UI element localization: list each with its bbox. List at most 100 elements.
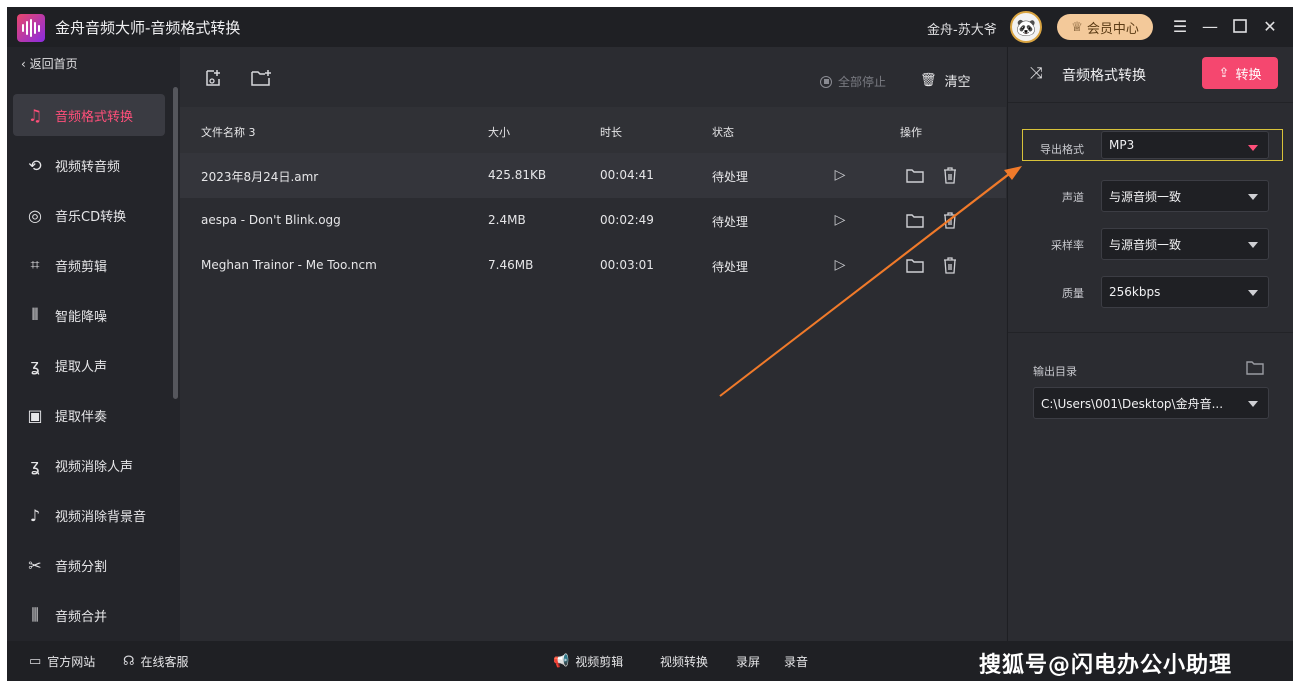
toolbar: 全部停止 🗑 清空	[180, 47, 1006, 107]
quality-select[interactable]: 256kbps	[1101, 276, 1269, 308]
audio-record-link[interactable]: 录音	[784, 653, 808, 670]
app-logo-icon	[17, 14, 45, 42]
format-label: 导出格式	[1040, 143, 1084, 156]
sidebar-item-audio-convert[interactable]: ♫ 音频格式转换	[13, 94, 165, 136]
avatar[interactable]: 🐼	[1010, 11, 1042, 43]
add-file-icon[interactable]	[202, 67, 224, 89]
delete-icon[interactable]	[940, 255, 960, 275]
chevron-down-icon	[1248, 242, 1258, 248]
website-link[interactable]: ▭ 官方网站	[29, 653, 95, 670]
bottom-bar: ▭ 官方网站 ☊ 在线客服 📢 视频剪辑 视频转换 录屏 录音 搜狐号@闪电办公…	[7, 641, 1293, 681]
sidebar-item-voice-extract[interactable]: ʓ 提取人声	[13, 344, 165, 386]
panel-title: 音频格式转换	[1062, 68, 1146, 84]
clear-button[interactable]: 🗑 清空	[920, 71, 971, 90]
app-title: 金舟音频大师-音频格式转换	[55, 19, 241, 37]
sidebar-item-label: 智能降噪	[55, 309, 108, 325]
sidebar-item-label: 音频剪辑	[55, 259, 108, 275]
header-size: 大小	[488, 126, 510, 139]
merge-icon: ⫼	[31, 605, 39, 624]
denoise-icon: ⦀	[31, 305, 39, 324]
vip-center-label: 会员中心	[1086, 21, 1139, 37]
folder-icon[interactable]	[1246, 359, 1264, 379]
sidebar-item-label: 视频转音频	[55, 159, 121, 175]
cd-icon: ◎	[28, 205, 42, 225]
crown-icon: ♕	[1071, 19, 1083, 35]
table-row[interactable]: 2023年8月24日.amr 425.81KB 00:04:41 待处理 ▷	[180, 153, 1006, 198]
play-icon[interactable]: ▷	[830, 210, 850, 230]
video-edit-link[interactable]: 📢 视频剪辑	[553, 653, 623, 670]
channel-select[interactable]: 与源音频一致	[1101, 180, 1269, 212]
sidebar: ‹ 返回首页 ♫ 音频格式转换 ⟲ 视频转音频 ◎ 音乐CD转换 ⌗ 音频剪辑 …	[7, 47, 180, 641]
sidebar-item-accompaniment[interactable]: ▣ 提取伴奏	[13, 394, 165, 436]
file-name: aespa - Don't Blink.ogg	[201, 213, 341, 227]
file-status: 待处理	[712, 260, 749, 274]
file-duration: 00:02:49	[600, 213, 654, 227]
output-value: C:\Users\001\Desktop\金舟音...	[1041, 396, 1224, 411]
sidebar-item-label: 提取人声	[55, 359, 108, 375]
trash-icon: 🗑	[920, 73, 937, 88]
play-icon[interactable]: ▷	[830, 255, 850, 275]
menu-icon[interactable]: ☰	[1169, 15, 1191, 37]
sidebar-item-remove-voice[interactable]: ʓ 视频消除人声	[13, 444, 165, 486]
sidebar-item-audio-clip[interactable]: ⌗ 音频剪辑	[13, 244, 165, 286]
header-duration: 时长	[600, 126, 622, 139]
chevron-down-icon	[1248, 194, 1258, 200]
sidebar-item-label: 音频分割	[55, 559, 108, 575]
output-dir-select[interactable]: C:\Users\001\Desktop\金舟音...	[1033, 387, 1269, 419]
remove-voice-icon: ʓ	[30, 455, 40, 475]
sidebar-item-audio-split[interactable]: ✂ 音频分割	[13, 544, 165, 586]
sidebar-item-cd-convert[interactable]: ◎ 音乐CD转换	[13, 194, 165, 236]
back-home-link[interactable]: ‹ 返回首页	[21, 55, 78, 72]
stop-all-button[interactable]: 全部停止	[820, 73, 886, 90]
folder-icon[interactable]	[905, 210, 925, 230]
screen-record-label: 录屏	[736, 655, 761, 669]
video-to-audio-icon: ⟲	[28, 155, 42, 175]
maximize-icon[interactable]	[1229, 15, 1251, 37]
convert-button[interactable]: ⇪ 转换	[1202, 57, 1278, 89]
megaphone-icon: 📢	[553, 654, 570, 669]
file-duration: 00:04:41	[600, 168, 654, 182]
stop-all-label: 全部停止	[838, 75, 887, 89]
screen-record-link[interactable]: 录屏	[736, 653, 760, 670]
service-link[interactable]: ☊ 在线客服	[123, 653, 189, 670]
sidebar-item-video-to-audio[interactable]: ⟲ 视频转音频	[13, 144, 165, 186]
play-icon[interactable]: ▷	[830, 165, 850, 185]
sidebar-item-label: 音频格式转换	[55, 109, 134, 125]
back-home-label: 返回首页	[29, 57, 78, 71]
folder-icon[interactable]	[905, 255, 925, 275]
chevron-down-icon	[1248, 401, 1258, 407]
sidebar-scrollbar[interactable]	[173, 87, 178, 399]
minimize-icon[interactable]: —	[1199, 15, 1221, 37]
app-window: 金舟音频大师-音频格式转换 金舟-苏大爷 🐼 ♕ 会员中心 ☰ — ✕ ‹ 返回…	[7, 7, 1293, 681]
output-label: 输出目录	[1033, 365, 1077, 378]
delete-icon[interactable]	[940, 165, 960, 185]
sidebar-item-label: 视频消除背景音	[55, 509, 147, 525]
video-convert-link[interactable]: 视频转换	[660, 653, 708, 670]
quality-value: 256kbps	[1109, 285, 1161, 299]
user-name: 金舟-苏大爷	[927, 23, 997, 38]
sidebar-item-remove-bg[interactable]: ♪ 视频消除背景音	[13, 494, 165, 536]
samplerate-select[interactable]: 与源音频一致	[1101, 228, 1269, 260]
table-row[interactable]: Meghan Trainor - Me Too.ncm 7.46MB 00:03…	[180, 243, 1006, 288]
format-select[interactable]: MP3	[1101, 131, 1269, 159]
sidebar-item-audio-merge[interactable]: ⫼ 音频合并	[13, 594, 165, 636]
header-status: 状态	[712, 126, 734, 139]
sidebar-item-denoise[interactable]: ⦀ 智能降噪	[13, 294, 165, 336]
close-icon[interactable]: ✕	[1259, 15, 1281, 37]
table-row[interactable]: aespa - Don't Blink.ogg 2.4MB 00:02:49 待…	[180, 198, 1006, 243]
website-label: 官方网站	[47, 655, 96, 669]
stop-icon	[820, 75, 832, 88]
audio-record-label: 录音	[784, 655, 809, 669]
add-folder-icon[interactable]	[250, 67, 272, 89]
file-status: 待处理	[712, 215, 749, 229]
vip-center-button[interactable]: ♕ 会员中心	[1057, 14, 1153, 40]
chevron-down-icon	[1248, 290, 1258, 296]
header-name: 文件名称 3	[201, 126, 256, 139]
header-actions: 操作	[900, 126, 922, 139]
delete-icon[interactable]	[940, 210, 960, 230]
convert-label: 转换	[1235, 67, 1262, 83]
format-value: MP3	[1109, 138, 1135, 152]
folder-icon[interactable]	[905, 165, 925, 185]
scissors-icon: ✂	[28, 555, 42, 575]
file-status: 待处理	[712, 170, 749, 184]
